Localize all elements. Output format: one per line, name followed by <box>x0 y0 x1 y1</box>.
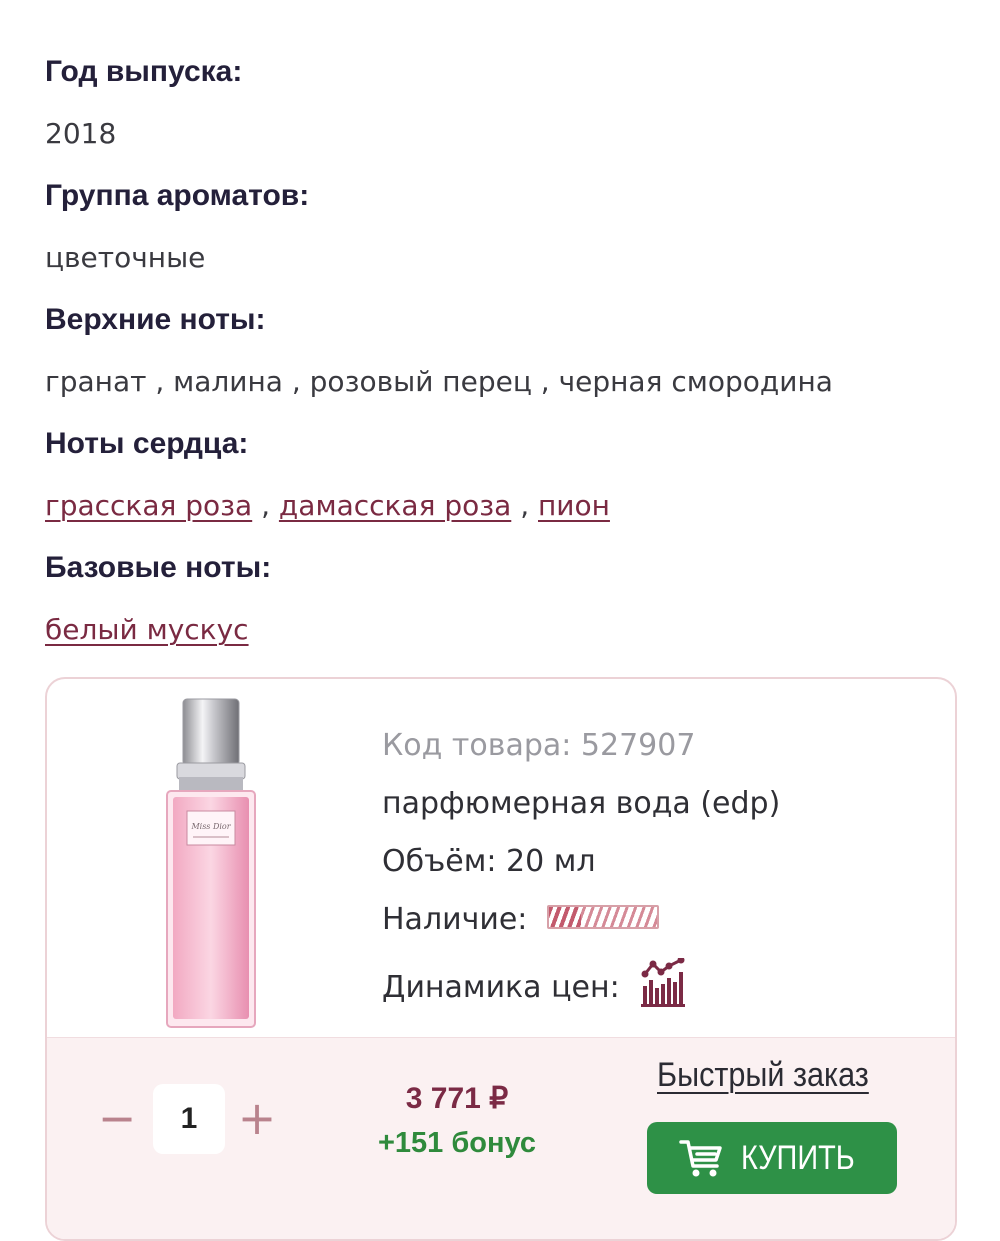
product-offer-card: Miss Dior Код товара: 527907 парфюмерная… <box>45 677 957 1241</box>
order-panel: − 1 + 3 771 ₽ +151 бонус Быстрый заказ К… <box>47 1037 955 1239</box>
heart-notes-label: Ноты сердца: <box>45 427 249 460</box>
offer-details: Miss Dior Код товара: 527907 парфюмерная… <box>47 679 955 1037</box>
heart-note-link[interactable]: дамасская роза <box>279 489 511 522</box>
fragrance-group-label: Группа ароматов: <box>45 179 310 212</box>
quantity-input[interactable]: 1 <box>153 1084 225 1154</box>
quantity-increase-button[interactable]: + <box>235 1095 279 1141</box>
bonus-points: +151 бонус <box>377 1127 537 1159</box>
base-note-link[interactable]: белый мускус <box>45 613 249 646</box>
product-specs: Год выпуска: 2018 Группа ароматов: цвето… <box>45 55 965 675</box>
quick-order-link[interactable]: Быстрый заказ <box>657 1056 869 1095</box>
quantity-decrease-button[interactable]: − <box>95 1095 139 1141</box>
base-notes-label: Базовые ноты: <box>45 551 272 584</box>
buy-button-label: КУПИТЬ <box>741 1138 855 1177</box>
product-type: парфюмерная вода (edp) <box>382 786 781 821</box>
perfume-bottle-image: Miss Dior <box>166 698 256 1028</box>
note-separator: , <box>261 489 271 522</box>
top-notes-value: гранат , малина , розовый перец , черная… <box>45 365 833 398</box>
price-dynamics-row: Динамика цен: <box>382 957 780 1017</box>
availability-bar <box>546 904 659 929</box>
top-notes-label: Верхние ноты: <box>45 303 266 336</box>
heart-notes-value: грасская роза , дамасская роза , пион <box>45 489 965 551</box>
availability-fill <box>548 906 582 927</box>
svg-text:Miss Dior: Miss Dior <box>190 822 231 831</box>
base-notes-value: белый мускус <box>45 613 965 675</box>
product-price: 3 771 ₽ <box>405 1082 509 1115</box>
heart-note-link[interactable]: грасская роза <box>45 489 252 522</box>
fragrance-group-value: цветочные <box>45 241 206 274</box>
release-year-label: Год выпуска: <box>45 55 243 88</box>
release-year-value: 2018 <box>45 117 117 150</box>
offer-info: Код товара: 527907 парфюмерная вода (edp… <box>382 717 780 1017</box>
buy-button[interactable]: КУПИТЬ <box>647 1122 897 1194</box>
heart-note-link[interactable]: пион <box>538 489 610 522</box>
price-chart-icon[interactable] <box>641 957 687 1008</box>
note-separator: , <box>520 489 530 522</box>
cart-icon <box>679 1140 722 1177</box>
availability-label: Наличие: <box>382 902 528 937</box>
price-dynamics-label: Динамика цен: <box>382 970 620 1005</box>
product-volume: Объём: 20 мл <box>382 844 596 879</box>
product-code: Код товара: 527907 <box>382 728 696 763</box>
availability-row: Наличие: <box>382 891 780 949</box>
